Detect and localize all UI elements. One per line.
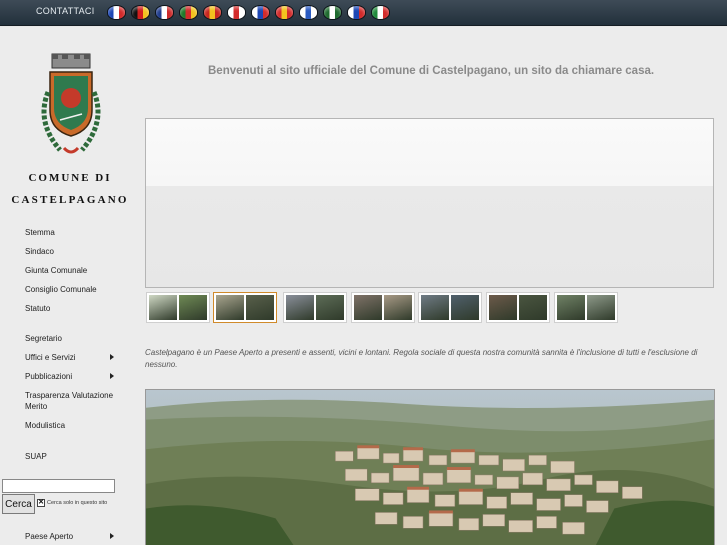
sidebar-item-label: Statuto (25, 304, 51, 313)
sidebar-item-suap[interactable]: SUAP (25, 451, 120, 462)
flag-uk-icon[interactable] (155, 5, 174, 20)
submenu-arrow-icon (110, 373, 114, 379)
sidebar-item-label: Giunta Comunale (25, 266, 88, 275)
slider-thumbnail[interactable] (213, 292, 277, 323)
thumbnail-photo (421, 295, 449, 320)
flag-portugal-icon[interactable] (179, 5, 198, 20)
sidebar-item-trasparenza-valutazione-merito[interactable]: Trasparenza Valutazione Merito (25, 390, 120, 412)
welcome-heading: Benvenuti al sito ufficiale del Comune d… (208, 65, 655, 77)
flag-france-icon[interactable] (107, 5, 126, 20)
town-panorama-image (145, 389, 715, 545)
flag-israel-icon[interactable] (299, 5, 318, 20)
sidebar-item-uffici-e-servizi[interactable]: Uffici e Servizi (25, 352, 120, 363)
coat-of-arms-icon (41, 53, 101, 154)
thumbnail-photo (246, 295, 274, 320)
thumbnail-photo (149, 295, 177, 320)
sidebar-item-paese-aperto[interactable]: Paese Aperto (25, 531, 120, 542)
flag-china-icon[interactable] (275, 5, 294, 20)
thumbnail-photo (216, 295, 244, 320)
sidebar-item-label: Consiglio Comunale (25, 285, 97, 294)
contact-link[interactable]: CONTATTACI (36, 6, 95, 16)
slider-thumbnail[interactable] (486, 292, 550, 323)
site-only-checkbox[interactable]: ✕ (37, 499, 45, 507)
sidebar-item-statuto[interactable]: Statuto (25, 303, 120, 314)
sidebar-item-label: SUAP (25, 452, 47, 461)
flag-russia-icon[interactable] (347, 5, 366, 20)
image-slider[interactable] (145, 118, 714, 288)
site-only-label: Cerca solo in questo sito (47, 500, 108, 506)
thumbnail-photo (587, 295, 615, 320)
sidebar-item-segretario[interactable]: Segretario (25, 333, 120, 344)
sidebar-item-consiglio-comunale[interactable]: Consiglio Comunale (25, 284, 120, 295)
slider-thumbnail[interactable] (146, 292, 210, 323)
slider-thumbnail[interactable] (283, 292, 347, 323)
sidebar-item-label: Stemma (25, 228, 55, 237)
sidebar-item-stemma[interactable]: Stemma (25, 227, 120, 238)
thumbnail-photo (316, 295, 344, 320)
thumbnail-photo (286, 295, 314, 320)
search-button[interactable]: Cerca (2, 494, 35, 514)
thumbnail-photo (354, 295, 382, 320)
thumbnail-photo (451, 295, 479, 320)
sidebar-item-sindaco[interactable]: Sindaco (25, 246, 120, 257)
sidebar-item-pubblicazioni[interactable]: Pubblicazioni (25, 371, 120, 382)
thumbnail-photo (489, 295, 517, 320)
thumbnail-photo (384, 295, 412, 320)
sidebar-item-label: Uffici e Servizi (25, 353, 76, 362)
sidebar-item-modulistica[interactable]: Modulistica (25, 420, 120, 431)
search-input[interactable] (2, 479, 115, 493)
sidebar-item-giunta-comunale[interactable]: Giunta Comunale (25, 265, 120, 276)
sidebar-item-label: Pubblicazioni (25, 372, 73, 381)
flag-germany-icon[interactable] (131, 5, 150, 20)
flag-korea-icon[interactable] (251, 5, 270, 20)
submenu-arrow-icon (110, 533, 114, 539)
submenu-arrow-icon (110, 354, 114, 360)
town-name-title: CASTELPAGANO (11, 194, 129, 206)
top-bar: CONTATTACI (0, 0, 727, 26)
sidebar-item-label: Paese Aperto (25, 532, 74, 541)
comune-di-title: COMUNE DI (28, 172, 112, 184)
sidebar-item-label: Sindaco (25, 247, 54, 256)
flag-spain-icon[interactable] (203, 5, 222, 20)
flag-japan-icon[interactable] (227, 5, 246, 20)
sidebar-item-label: Segretario (25, 334, 62, 343)
slider-thumbnail[interactable] (418, 292, 482, 323)
thumbnail-photo (179, 295, 207, 320)
slider-thumbnail[interactable] (554, 292, 618, 323)
flag-italy-icon[interactable] (371, 5, 390, 20)
flag-arabic-icon[interactable] (323, 5, 342, 20)
language-flags (107, 5, 390, 20)
thumbnail-photo (519, 295, 547, 320)
slider-thumbnail[interactable] (351, 292, 415, 323)
thumbnail-photo (557, 295, 585, 320)
sidebar-item-label: Modulistica (25, 421, 66, 430)
sidebar-item-label: Trasparenza Valutazione Merito (25, 391, 114, 411)
intro-text: Castelpagano è un Paese Aperto a present… (145, 348, 698, 369)
